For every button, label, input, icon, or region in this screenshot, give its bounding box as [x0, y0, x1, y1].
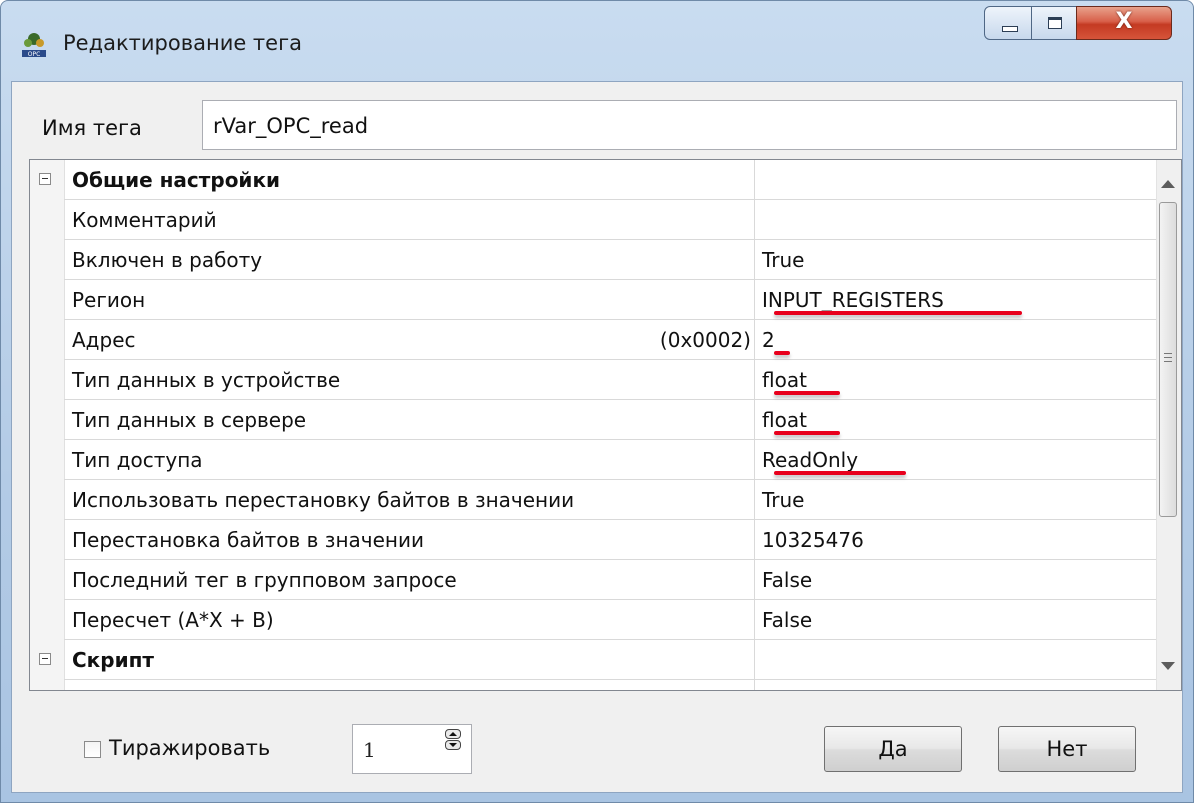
property-row-byte-swap-enabled[interactable]: Использовать перестановку байтов в значе…	[64, 480, 1157, 520]
replicate-checkbox[interactable]	[84, 741, 101, 758]
svg-text:OPC: OPC	[28, 51, 41, 58]
title-bar[interactable]: OPC Редактирование тега X	[1, 1, 1193, 81]
spin-down-icon[interactable]	[445, 740, 461, 750]
maximize-button[interactable]	[1031, 6, 1077, 40]
opc-app-icon: OPC	[22, 33, 46, 58]
property-value[interactable]: True	[762, 248, 804, 272]
property-name: Тип данных в устройстве	[72, 368, 341, 392]
replicate-count-spinner[interactable]: 1	[352, 724, 472, 774]
property-value[interactable]: 2	[762, 328, 775, 352]
grid-gutter	[30, 160, 65, 690]
property-value[interactable]: ReadOnly	[762, 448, 858, 472]
replicate-label[interactable]: Тиражировать	[109, 736, 270, 760]
property-value[interactable]: False	[762, 608, 812, 632]
highlight-underline	[774, 391, 840, 395]
dialog-body: Имя тега rVar_OPC_read Общие настройки К…	[11, 81, 1183, 793]
property-name: Регион	[72, 288, 146, 312]
close-button[interactable]: X	[1076, 6, 1172, 40]
minimize-icon	[1002, 26, 1018, 32]
property-name: Тип доступа	[72, 448, 203, 472]
property-name: Тип данных в сервере	[72, 408, 307, 432]
highlight-underline	[774, 311, 1022, 315]
property-row-server-type[interactable]: Тип данных в сервере float	[64, 400, 1157, 440]
property-row-address[interactable]: Адрес (0x0002) 2	[64, 320, 1157, 360]
property-value[interactable]: True	[762, 488, 804, 512]
highlight-underline	[774, 351, 790, 355]
property-row-last-in-group[interactable]: Последний тег в групповом запросе False	[64, 560, 1157, 600]
scroll-thumb[interactable]	[1159, 202, 1177, 517]
property-name: Включен в работу	[72, 248, 263, 272]
property-row-device-type[interactable]: Тип данных в устройстве float	[64, 360, 1157, 400]
replicate-count-value[interactable]: 1	[363, 738, 376, 762]
property-value[interactable]: False	[762, 568, 812, 592]
scroll-up-icon[interactable]	[1161, 180, 1175, 188]
tag-name-row: Имя тега rVar_OPC_read	[12, 82, 1182, 164]
no-button[interactable]: Нет	[998, 726, 1136, 772]
property-name: Последний тег в групповом запросе	[72, 568, 457, 592]
category-script[interactable]: Скрипт	[39, 640, 1157, 680]
window-title: Редактирование тега	[63, 31, 302, 55]
property-row-partial[interactable]	[64, 680, 1157, 690]
collapse-icon[interactable]	[39, 653, 51, 665]
collapse-icon[interactable]	[39, 173, 51, 185]
property-name: Использовать перестановку байтов в значе…	[72, 488, 575, 512]
tag-name-label: Имя тега	[42, 116, 142, 140]
property-row-scaling[interactable]: Пересчет (A*X + B) False	[64, 600, 1157, 640]
address-hex: (0x0002)	[659, 328, 751, 352]
property-value[interactable]: float	[762, 368, 807, 392]
property-row-enabled[interactable]: Включен в работу True	[64, 240, 1157, 280]
tag-name-input[interactable]: rVar_OPC_read	[202, 100, 1177, 150]
minimize-button[interactable]	[984, 6, 1032, 40]
property-name: Адрес	[72, 328, 136, 352]
category-label: Общие настройки	[72, 168, 281, 192]
property-value[interactable]: 10325476	[762, 528, 864, 552]
property-name: Пересчет (A*X + B)	[72, 608, 274, 632]
spin-up-icon[interactable]	[445, 729, 461, 739]
yes-button[interactable]: Да	[824, 726, 962, 772]
maximize-icon	[1048, 17, 1062, 29]
highlight-underline	[774, 431, 840, 435]
tag-edit-dialog: OPC Редактирование тега X Имя тега rVar_…	[0, 0, 1194, 803]
property-row-access-type[interactable]: Тип доступа ReadOnly	[64, 440, 1157, 480]
category-label: Скрипт	[72, 648, 154, 672]
property-row-byte-swap-order[interactable]: Перестановка байтов в значении 10325476	[64, 520, 1157, 560]
property-name: Перестановка байтов в значении	[72, 528, 424, 552]
property-value[interactable]: INPUT_REGISTERS	[762, 288, 944, 312]
dialog-footer: Тиражировать 1 Да Нет	[12, 696, 1182, 792]
property-value[interactable]: float	[762, 408, 807, 432]
property-row-comment[interactable]: Комментарий	[64, 200, 1157, 240]
category-general[interactable]: Общие настройки	[39, 160, 1157, 200]
close-icon: X	[1115, 9, 1133, 34]
scroll-down-icon[interactable]	[1161, 662, 1175, 670]
property-name: Комментарий	[72, 208, 217, 232]
highlight-underline	[774, 471, 906, 475]
vertical-scrollbar[interactable]	[1156, 160, 1181, 690]
property-grid[interactable]: Общие настройки Комментарий Включен в ра…	[29, 159, 1182, 691]
